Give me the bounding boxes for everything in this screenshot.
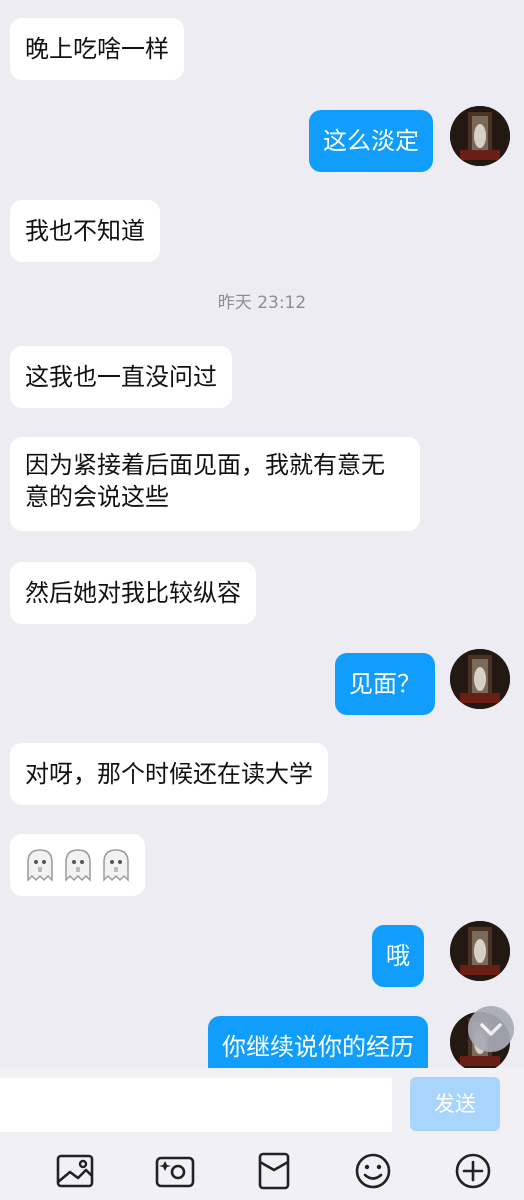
- red-packet-button[interactable]: [253, 1150, 295, 1192]
- chevron-down-icon: [480, 1023, 502, 1036]
- my-avatar[interactable]: [450, 106, 510, 166]
- ghost-emoji-group: [27, 849, 129, 882]
- my-avatar[interactable]: [450, 649, 510, 709]
- camera-icon: [155, 1156, 195, 1188]
- red-packet-icon: [258, 1152, 290, 1190]
- scroll-to-bottom-button[interactable]: [468, 1006, 514, 1052]
- image-icon: [56, 1154, 94, 1188]
- plus-icon: [455, 1153, 491, 1189]
- ghost-emoji-icon: [27, 849, 53, 882]
- emoji-button[interactable]: [352, 1150, 394, 1192]
- outgoing-message[interactable]: 哦: [372, 925, 424, 987]
- incoming-message[interactable]: 然后她对我比较纵容: [10, 562, 256, 624]
- incoming-message[interactable]: 因为紧接着后面见面，我就有意无意的会说这些: [10, 437, 420, 531]
- incoming-message[interactable]: 对呀，那个时候还在读大学: [10, 743, 328, 805]
- timestamp: 昨天 23:12: [217, 293, 307, 313]
- outgoing-message[interactable]: 这么淡定: [309, 110, 433, 172]
- ghost-emoji-icon: [65, 849, 91, 882]
- ghost-emoji-icon: [103, 849, 129, 882]
- incoming-message[interactable]: 这我也一直没问过: [10, 346, 232, 408]
- outgoing-message[interactable]: 见面？: [335, 653, 435, 715]
- input-bar: 发送: [0, 1068, 524, 1200]
- emoji-icon: [355, 1153, 391, 1189]
- send-button[interactable]: 发送: [410, 1077, 500, 1131]
- incoming-message[interactable]: 晚上吃啥一样: [10, 18, 184, 80]
- more-button[interactable]: [452, 1150, 494, 1192]
- camera-button[interactable]: [154, 1150, 196, 1192]
- message-input[interactable]: [0, 1078, 392, 1132]
- image-button[interactable]: [54, 1150, 96, 1192]
- incoming-message[interactable]: 我也不知道: [10, 200, 160, 262]
- incoming-emoji-message[interactable]: [10, 834, 145, 896]
- my-avatar[interactable]: [450, 921, 510, 981]
